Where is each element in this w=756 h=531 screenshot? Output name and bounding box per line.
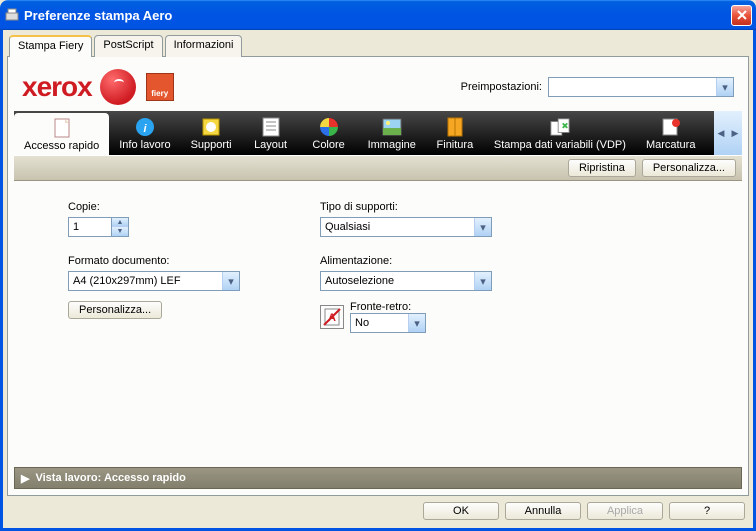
toolbar-info-lavoro[interactable]: i Info lavoro <box>109 111 180 155</box>
customize-toolbar-button[interactable]: Personalizza... <box>642 159 736 177</box>
copies-input[interactable] <box>68 217 112 237</box>
xerox-ball-icon <box>100 69 136 105</box>
doc-format-value: A4 (210x297mm) LEF <box>73 275 181 287</box>
fiery-badge-icon: fiery <box>146 73 174 101</box>
duplex-label: Fronte-retro: <box>350 301 411 313</box>
copies-down[interactable]: ▼ <box>112 227 128 236</box>
toolbar-scroll-left[interactable]: ◀ <box>714 111 728 155</box>
window-title: Preferenze stampa Aero <box>24 8 731 23</box>
info-icon: i <box>135 117 155 137</box>
layout-icon <box>261 117 281 137</box>
toolbar-accesso-rapido[interactable]: Accesso rapido <box>14 113 109 155</box>
vdp-icon <box>550 117 570 137</box>
xerox-logo: xerox <box>22 71 92 103</box>
app-icon <box>4 7 20 23</box>
toolbar-colore[interactable]: Colore <box>300 111 358 155</box>
chevron-down-icon: ▾ <box>474 218 491 236</box>
booklet-icon <box>445 117 465 137</box>
tab-informazioni[interactable]: Informazioni <box>165 35 243 57</box>
feed-value: Autoselezione <box>325 275 394 287</box>
presets-label: Preimpostazioni: <box>461 81 542 93</box>
doc-format-select[interactable]: A4 (210x297mm) LEF ▾ <box>68 271 240 291</box>
triangle-right-icon: ▶ <box>21 472 29 485</box>
ok-button[interactable]: OK <box>423 502 499 520</box>
doc-format-label: Formato documento: <box>68 255 240 267</box>
tab-stampa-fiery[interactable]: Stampa Fiery <box>9 35 92 57</box>
copies-label: Copie: <box>68 201 240 213</box>
copies-up[interactable]: ▲ <box>112 218 128 227</box>
toolbar-immagine[interactable]: Immagine <box>358 111 426 155</box>
doc-icon <box>52 118 72 138</box>
duplex-off-icon: A <box>320 305 344 329</box>
duplex-select[interactable]: No ▾ <box>350 313 426 333</box>
close-button[interactable] <box>731 5 752 26</box>
feed-select[interactable]: Autoselezione ▾ <box>320 271 492 291</box>
chevron-down-icon: ▾ <box>408 314 425 332</box>
presets-select[interactable]: ▾ <box>548 77 734 97</box>
feed-label: Alimentazione: <box>320 255 492 267</box>
media-type-select[interactable]: Qualsiasi ▾ <box>320 217 492 237</box>
reset-button[interactable]: Ripristina <box>568 159 636 177</box>
vista-label: Vista lavoro: Accesso rapido <box>35 472 185 484</box>
media-type-value: Qualsiasi <box>325 221 370 233</box>
media-type-label: Tipo di supporti: <box>320 201 492 213</box>
stamp-icon <box>201 117 221 137</box>
tab-postscript[interactable]: PostScript <box>94 35 162 57</box>
copies-stepper[interactable]: ▲ ▼ <box>68 217 240 237</box>
stamp2-icon <box>661 117 681 137</box>
toolbar-scroll-right[interactable]: ▶ <box>728 111 742 155</box>
color-icon <box>319 117 339 137</box>
image-icon <box>382 117 402 137</box>
toolbar-marcatura[interactable]: Marcatura <box>636 111 706 155</box>
cancel-button[interactable]: Annulla <box>505 502 581 520</box>
vista-lavoro-toggle[interactable]: ▶ Vista lavoro: Accesso rapido <box>14 467 742 489</box>
toolbar-finitura[interactable]: Finitura <box>426 111 484 155</box>
toolbar-supporti[interactable]: Supporti <box>181 111 242 155</box>
toolbar-vdp[interactable]: Stampa dati variabili (VDP) <box>484 111 636 155</box>
chevron-down-icon: ▾ <box>716 78 733 96</box>
duplex-value: No <box>355 317 369 329</box>
chevron-down-icon: ▾ <box>222 272 239 290</box>
toolbar-layout[interactable]: Layout <box>242 111 300 155</box>
chevron-down-icon: ▾ <box>474 272 491 290</box>
doc-format-customize-button[interactable]: Personalizza... <box>68 301 162 319</box>
help-button[interactable]: ? <box>669 502 745 520</box>
apply-button[interactable]: Applica <box>587 502 663 520</box>
